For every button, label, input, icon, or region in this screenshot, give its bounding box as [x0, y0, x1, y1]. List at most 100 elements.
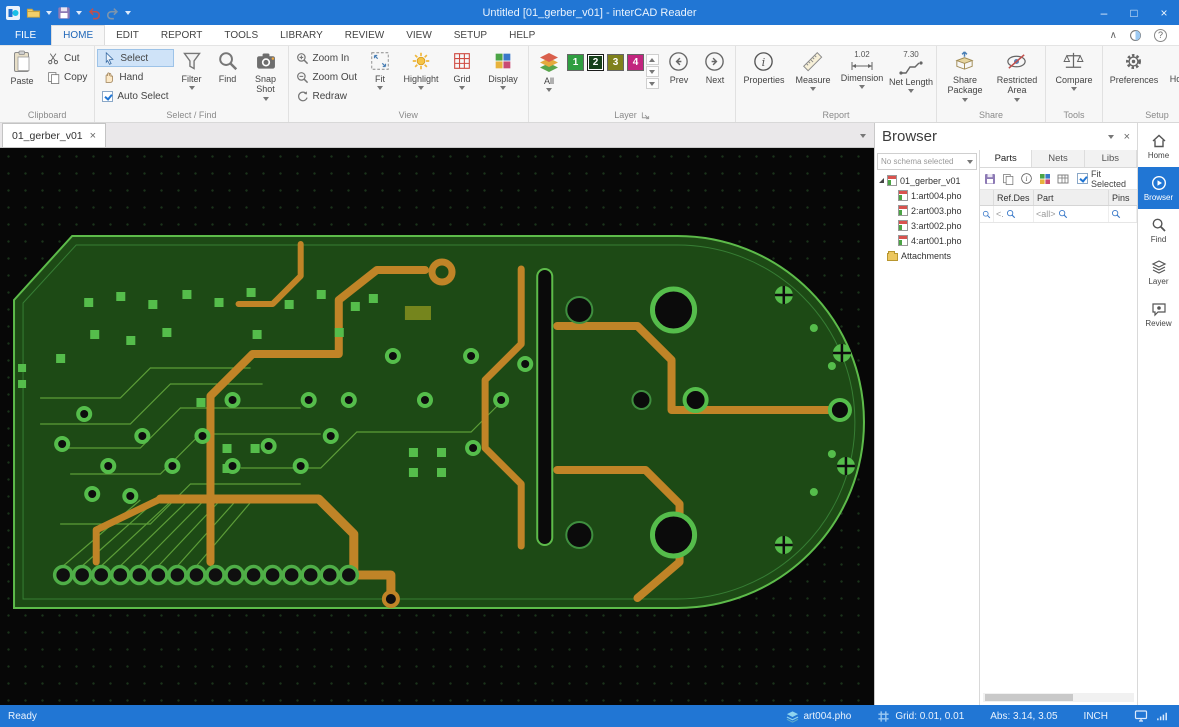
cut-button[interactable]: Cut	[42, 49, 92, 67]
active-layer-indicator[interactable]: art004.pho	[786, 710, 851, 723]
monitor-icon[interactable]	[1134, 709, 1148, 723]
measure-button[interactable]: Measure	[790, 46, 836, 110]
auto-select-checkbox[interactable]: Auto Select	[97, 87, 173, 105]
layer-all-button[interactable]: All	[531, 46, 567, 110]
save-dropdown-caret[interactable]	[76, 10, 82, 15]
select-button[interactable]: Select	[97, 49, 174, 67]
open-button[interactable]	[26, 5, 41, 20]
tab-edit[interactable]: EDIT	[105, 25, 150, 45]
pins-filter-input[interactable]	[1109, 206, 1137, 222]
save-button[interactable]	[57, 6, 71, 20]
scrollbar-thumb[interactable]	[985, 694, 1073, 701]
rail-item-layer[interactable]: Layer	[1138, 251, 1179, 293]
rail-item-find[interactable]: Find	[1138, 209, 1179, 251]
tree-layer-row[interactable]: 1:art004.pho	[875, 188, 979, 203]
collapse-ribbon-icon[interactable]: ∧	[1110, 30, 1117, 41]
minimize-button[interactable]: –	[1089, 0, 1119, 25]
hotkeys-button[interactable]: Hotkeys	[1163, 46, 1179, 110]
tab-setup[interactable]: SETUP	[443, 25, 498, 45]
info-button[interactable]	[1020, 172, 1033, 185]
grid-indicator[interactable]: Grid: 0.01, 0.01	[877, 710, 964, 723]
app-icon[interactable]	[5, 5, 21, 21]
redo-button[interactable]	[106, 6, 120, 20]
maximize-button[interactable]: □	[1119, 0, 1149, 25]
filter-search-button[interactable]	[980, 206, 994, 222]
pcb-canvas[interactable]	[0, 148, 874, 705]
parts-table-body[interactable]	[980, 223, 1137, 691]
prev-layer-button[interactable]: Prev	[661, 46, 697, 110]
undo-button[interactable]	[87, 6, 101, 20]
restricted-area-button[interactable]: Restricted Area	[991, 46, 1043, 110]
tab-tools[interactable]: TOOLS	[213, 25, 269, 45]
panel-close-icon[interactable]: ×	[1124, 131, 1130, 143]
close-button[interactable]: ×	[1149, 0, 1179, 25]
rail-item-browser[interactable]: Browser	[1138, 167, 1179, 209]
layer-chip-2[interactable]: 2	[586, 54, 604, 71]
document-tab[interactable]: 01_gerber_v01 ×	[2, 123, 107, 147]
redraw-button[interactable]: Redraw	[291, 87, 362, 105]
hand-button[interactable]: Hand	[97, 68, 173, 86]
color-grid-button[interactable]	[1039, 173, 1051, 185]
document-list-dropdown[interactable]	[852, 129, 874, 147]
highlight-button[interactable]: Highlight	[398, 46, 444, 110]
schema-dropdown[interactable]: No schema selected	[877, 153, 977, 170]
tab-libs[interactable]: Libs	[1085, 150, 1137, 167]
snapshot-button[interactable]: Snap Shot	[246, 46, 286, 110]
layer-scroll-up-button[interactable]	[645, 54, 659, 65]
column-part[interactable]: Part	[1034, 190, 1109, 205]
layer-dialog-launcher-icon[interactable]	[641, 111, 650, 120]
fit-selected-checkbox[interactable]: Fit Selected	[1077, 169, 1133, 189]
style-icon[interactable]	[1129, 29, 1142, 42]
net-length-button[interactable]: 7.30 Net Length	[888, 46, 934, 110]
grid-button[interactable]: Grid	[444, 46, 480, 110]
copy-list-button[interactable]	[1002, 173, 1014, 185]
tab-library[interactable]: LIBRARY	[269, 25, 334, 45]
tab-report[interactable]: REPORT	[150, 25, 214, 45]
corner-header-cell[interactable]	[980, 190, 994, 205]
tree-root-row[interactable]: 01_gerber_v01	[875, 173, 979, 188]
tree-layer-row[interactable]: 4:art001.pho	[875, 233, 979, 248]
signal-bars-icon[interactable]	[1156, 710, 1169, 723]
part-filter-input[interactable]: <all>	[1034, 206, 1109, 222]
tab-nets[interactable]: Nets	[1032, 150, 1085, 167]
layer-list-expand-button[interactable]	[645, 78, 659, 89]
rail-item-review[interactable]: Review	[1138, 293, 1179, 335]
layer-chip-1[interactable]: 1	[566, 54, 584, 71]
display-button[interactable]: Display	[480, 46, 526, 110]
find-button[interactable]: Find	[210, 46, 246, 110]
tab-help[interactable]: HELP	[498, 25, 546, 45]
panel-menu-caret-icon[interactable]	[1107, 134, 1114, 139]
dimension-button[interactable]: 1.02 Dimension	[836, 46, 888, 110]
tab-parts[interactable]: Parts	[980, 150, 1033, 167]
copy-button[interactable]: Copy	[42, 68, 92, 86]
tab-review[interactable]: REVIEW	[334, 25, 395, 45]
preferences-button[interactable]: Preferences	[1105, 46, 1163, 110]
units-indicator[interactable]: INCH	[1084, 711, 1108, 722]
rail-item-home[interactable]: Home	[1138, 125, 1179, 167]
column-refdes[interactable]: Ref.Des	[994, 190, 1034, 205]
table-view-button[interactable]	[1057, 173, 1069, 185]
share-package-button[interactable]: Share Package	[939, 46, 991, 110]
compare-button[interactable]: Compare	[1048, 46, 1100, 110]
tab-file[interactable]: FILE	[0, 25, 52, 45]
tab-home[interactable]: HOME	[51, 25, 106, 45]
zoom-out-button[interactable]: Zoom Out	[291, 68, 362, 86]
properties-button[interactable]: Properties	[738, 46, 790, 110]
layer-chip-3[interactable]: 3	[606, 54, 624, 71]
qat-customize-caret[interactable]	[125, 10, 131, 15]
tree-layer-row[interactable]: 2:art003.pho	[875, 203, 979, 218]
tree-layer-row[interactable]: 3:art002.pho	[875, 218, 979, 233]
filter-button[interactable]: Filter	[174, 46, 210, 110]
fit-button[interactable]: Fit	[362, 46, 398, 110]
layer-chip-4[interactable]: 4	[626, 54, 644, 71]
tree-attachments-row[interactable]: Attachments	[875, 248, 979, 263]
zoom-in-button[interactable]: Zoom In	[291, 49, 362, 67]
horizontal-scrollbar[interactable]	[983, 693, 1134, 702]
help-icon[interactable]: ?	[1154, 28, 1167, 42]
column-pins[interactable]: Pins	[1109, 190, 1137, 205]
export-button[interactable]	[984, 173, 996, 185]
open-dropdown-caret[interactable]	[46, 10, 52, 15]
next-layer-button[interactable]: Next	[697, 46, 733, 110]
document-tab-close-icon[interactable]: ×	[90, 130, 96, 142]
expander-icon[interactable]	[879, 178, 884, 183]
